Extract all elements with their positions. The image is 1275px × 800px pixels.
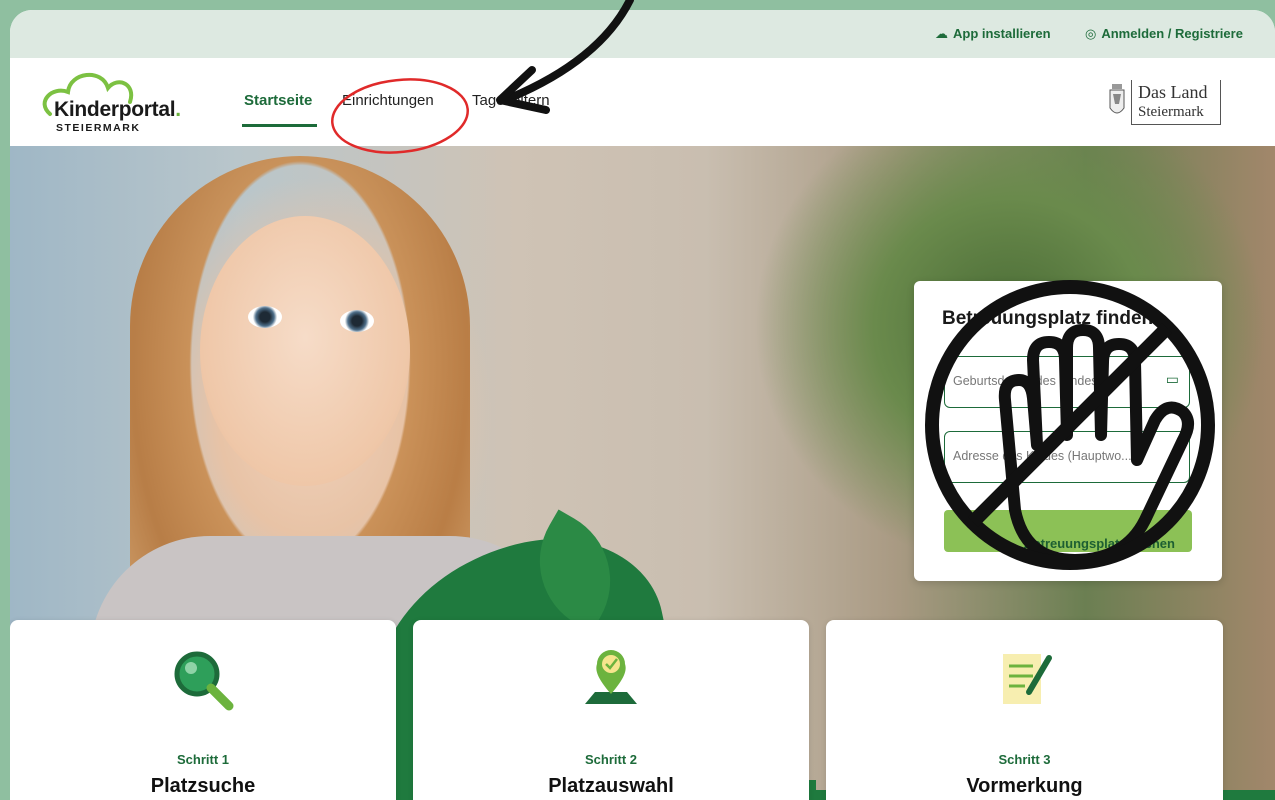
map-pin-check-icon <box>585 650 637 704</box>
login-register-label: Anmelden / Registriere <box>1101 26 1243 41</box>
hero-eye-left <box>248 306 282 328</box>
login-register-link[interactable]: ◎ Anmelden / Registriere <box>1085 26 1243 42</box>
user-circle-icon: ◎ <box>1085 26 1097 41</box>
install-app-label: App installieren <box>953 26 1051 41</box>
step-card-3[interactable]: Schritt 3 Vormerkung <box>826 620 1223 800</box>
black-annotation-arrow <box>496 0 634 114</box>
step-1-label: Schritt 1 <box>176 752 229 767</box>
step-2-label: Schritt 2 <box>584 752 637 767</box>
red-annotation-circle <box>331 78 469 154</box>
kinderportal-logo[interactable]: Kinderportal. STEIERMARK <box>32 62 222 142</box>
magnifier-icon <box>174 651 234 711</box>
step-2-title: Platzauswahl <box>548 775 674 797</box>
step-1-title: Platzsuche <box>150 775 256 797</box>
no-hand-sign-icon <box>925 280 1215 570</box>
document-pen-icon <box>1002 654 1052 704</box>
hero-eye-right <box>340 310 374 332</box>
install-app-link[interactable]: ☁ App installieren <box>935 26 1051 42</box>
nav-active-underline <box>242 124 317 127</box>
steiermark-crest-icon <box>1109 84 1125 114</box>
step-3-title: Vormerkung <box>966 775 1083 797</box>
cloud-download-icon: ☁ <box>935 26 948 41</box>
browser-frame: ☁ App installieren ◎ Anmelden / Registrier… <box>10 10 1275 800</box>
land-logo-line1: Das Land <box>1138 82 1208 102</box>
nav-startseite[interactable]: Startseite <box>244 92 312 109</box>
logo-dot: . <box>175 98 181 121</box>
land-steiermark-logo[interactable]: Das Land Steiermark <box>1105 78 1225 134</box>
step-card-1[interactable]: Schritt 1 Platzsuche <box>10 620 396 800</box>
logo-subtitle: STEIERMARK <box>56 122 141 134</box>
step-card-2[interactable]: Schritt 2 Platzauswahl <box>413 620 809 800</box>
logo-wordmark: Kinderportal <box>54 98 176 121</box>
hero-face-shape <box>200 216 410 486</box>
land-logo-line2: Steiermark <box>1138 104 1204 120</box>
step-3-label: Schritt 3 <box>998 752 1051 767</box>
